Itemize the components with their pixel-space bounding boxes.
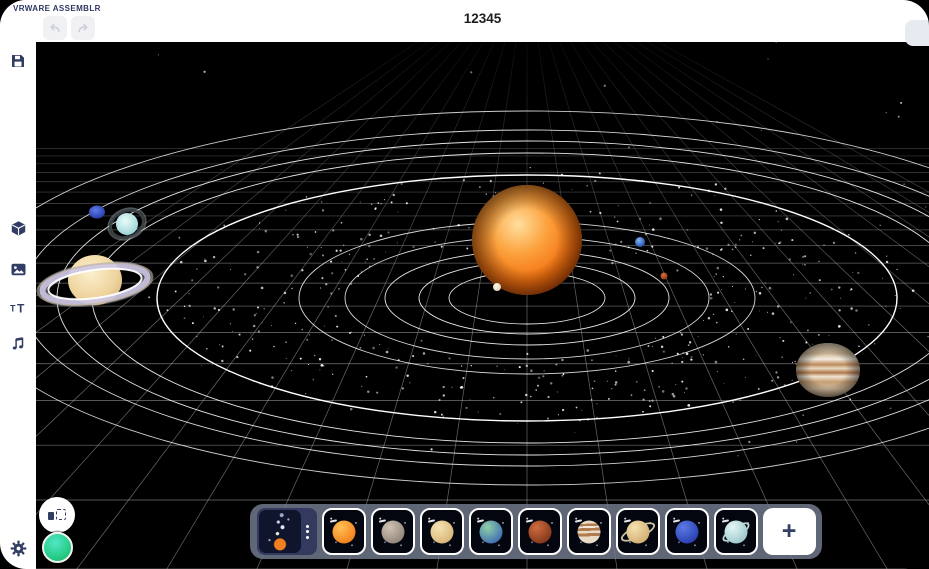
planet-mercury[interactable] bbox=[493, 283, 501, 291]
planet-neptune[interactable] bbox=[89, 206, 105, 219]
toolbar-item-saturn[interactable] bbox=[616, 508, 660, 555]
scene-template-group bbox=[257, 508, 317, 555]
toolbar-item-uranus[interactable] bbox=[714, 508, 758, 555]
jupiter-sphere bbox=[577, 520, 600, 543]
top-bar: VRWARE ASSEMBLR 12345 bbox=[0, 0, 929, 42]
scene-planets bbox=[36, 185, 860, 397]
toolbar-item-sun[interactable] bbox=[322, 508, 366, 555]
frame-select-icon bbox=[48, 509, 66, 522]
kebab-menu-icon[interactable] bbox=[301, 521, 315, 543]
svg-text:T: T bbox=[17, 301, 25, 315]
planet-earth[interactable] bbox=[635, 237, 645, 247]
planet-sun[interactable] bbox=[472, 185, 582, 295]
toolbar-item-mars[interactable] bbox=[518, 508, 562, 555]
sidebar-item-save[interactable] bbox=[6, 49, 30, 73]
green-sphere-preview-button[interactable] bbox=[42, 532, 73, 563]
svg-text:T: T bbox=[10, 303, 16, 313]
sidebar-item-images[interactable] bbox=[6, 257, 30, 281]
scene-canvas[interactable]: + bbox=[36, 42, 929, 569]
toolbar-item-neptune[interactable] bbox=[665, 508, 709, 555]
toolbar-item-earth[interactable] bbox=[469, 508, 513, 555]
cube-icon bbox=[10, 220, 27, 237]
sidebar-item-settings[interactable] bbox=[6, 536, 30, 560]
music-note-icon bbox=[10, 335, 26, 351]
mars-sphere bbox=[528, 520, 551, 543]
toolbar-item-mercury[interactable] bbox=[371, 508, 415, 555]
add-object-button[interactable]: + bbox=[763, 508, 816, 555]
gear-icon bbox=[10, 540, 27, 557]
perspective-grid bbox=[36, 42, 929, 569]
left-sidebar: T T bbox=[0, 0, 36, 569]
venus-sphere bbox=[430, 520, 453, 543]
solar-system-scene bbox=[36, 42, 929, 569]
save-icon bbox=[10, 53, 26, 69]
sidebar-item-objects[interactable] bbox=[6, 216, 30, 240]
uranus-sphere bbox=[724, 520, 747, 543]
sidebar-item-music[interactable] bbox=[6, 331, 30, 355]
neptune-sphere bbox=[675, 520, 698, 543]
document-title: 12345 bbox=[36, 11, 929, 26]
text-icon: T T bbox=[9, 300, 27, 315]
saturn-sphere bbox=[626, 520, 649, 543]
frame-select-button[interactable] bbox=[39, 497, 75, 533]
mercury-sphere bbox=[381, 520, 404, 543]
planet-uranus[interactable] bbox=[103, 202, 151, 245]
image-icon bbox=[10, 262, 27, 277]
scene-template-thumbnail[interactable] bbox=[259, 510, 301, 553]
toolbar-item-venus[interactable] bbox=[420, 508, 464, 555]
sun-sphere bbox=[332, 520, 355, 543]
app-window: VRWARE ASSEMBLR 12345 bbox=[0, 0, 929, 569]
object-toolbar: + bbox=[250, 504, 822, 559]
planet-jupiter[interactable] bbox=[796, 343, 860, 397]
toolbar-item-jupiter[interactable] bbox=[567, 508, 611, 555]
earth-sphere bbox=[479, 520, 502, 543]
planet-mars[interactable] bbox=[661, 273, 668, 280]
sidebar-item-text[interactable]: T T bbox=[6, 295, 30, 319]
collapsed-panel-button[interactable] bbox=[905, 20, 929, 46]
